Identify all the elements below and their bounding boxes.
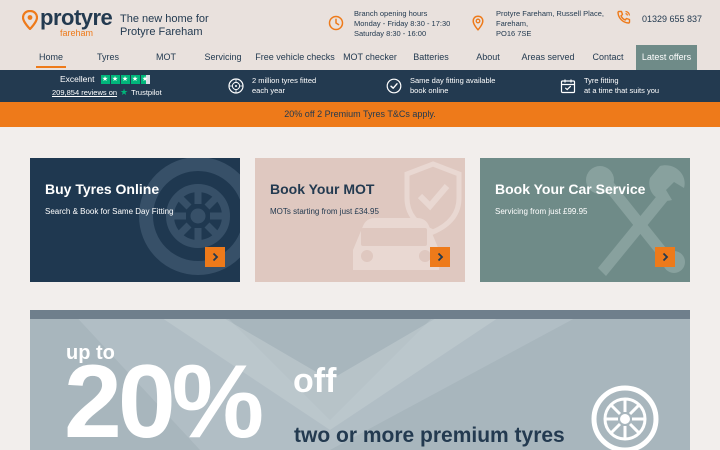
- promo-strip[interactable]: 20% off 2 Premium Tyres T&Cs apply.: [0, 102, 720, 127]
- address-line-3: PO16 7SE: [496, 29, 532, 38]
- trustpilot-platform: Trustpilot: [131, 88, 162, 97]
- chevron-right-icon: [212, 252, 219, 262]
- offer-banner[interactable]: up to 20% off two or more premium tyres: [30, 310, 690, 450]
- chevron-right-button[interactable]: [655, 247, 675, 267]
- phone-icon: [617, 10, 631, 24]
- protyre-logo[interactable]: protyre fareham: [22, 5, 113, 38]
- feature-line-1: Same day fitting available: [410, 76, 496, 85]
- calendar-icon: [560, 79, 576, 94]
- book-service-card[interactable]: Book Your Car Service Servicing from jus…: [480, 158, 690, 282]
- chevron-right-button[interactable]: [430, 247, 450, 267]
- trustpilot-stars: ★ ★ ★ ★ ★: [100, 74, 150, 84]
- banner-headline: two or more premium tyres: [294, 424, 565, 447]
- phone-number: 01329 655 837: [642, 14, 703, 24]
- star-half-icon: ★: [140, 74, 150, 84]
- feature-line-1: 2 million tyres fitted: [252, 76, 317, 85]
- feature-line-2: each year: [252, 86, 285, 95]
- feature-line-2: at a time that suits you: [584, 86, 660, 95]
- address-line-1: Protyre Fareham, Russell Place,: [496, 9, 604, 18]
- trustpilot-reviews-link[interactable]: 209,854 reviews on: [52, 88, 117, 97]
- feature-line-2: book online: [410, 86, 449, 95]
- nav-mot[interactable]: MOT: [144, 45, 188, 70]
- banner-percent: 20%: [64, 344, 264, 450]
- nav-free-vehicle-checks[interactable]: Free vehicle checks: [255, 45, 335, 70]
- star-icon: ★: [120, 74, 130, 84]
- trust-bar: Excellent ★ ★ ★ ★ ★ 209,854 reviews on ★…: [0, 70, 720, 102]
- trustpilot-widget[interactable]: Excellent ★ ★ ★ ★ ★ 209,854 reviews on ★…: [52, 74, 172, 98]
- banner-off: off: [293, 362, 337, 400]
- card-subtitle: MOTs starting from just £34.95: [270, 207, 379, 216]
- nav-areas-served[interactable]: Areas served: [518, 45, 578, 70]
- tyre-icon: [228, 78, 244, 94]
- nav-contact[interactable]: Contact: [586, 45, 630, 70]
- card-title: Book Your MOT: [270, 181, 375, 197]
- nav-tyres[interactable]: Tyres: [86, 45, 130, 70]
- phone-link[interactable]: 01329 655 837: [616, 9, 720, 25]
- main-nav: Home Tyres MOT Servicing Free vehicle ch…: [0, 45, 720, 70]
- feature-tyres-fitted: 2 million tyres fitted each year: [228, 76, 316, 96]
- trustpilot-rating-label: Excellent: [60, 74, 95, 84]
- star-icon: ★: [110, 74, 120, 84]
- feature-same-day: Same day fitting available book online: [386, 76, 495, 96]
- clock-icon: [328, 15, 344, 31]
- card-title: Book Your Car Service: [495, 181, 646, 197]
- location-pin-logo-icon: [22, 10, 38, 30]
- hours-title: Branch opening hours: [354, 9, 428, 18]
- opening-hours: Branch opening hours Monday - Friday 8:3…: [328, 9, 468, 39]
- nav-about[interactable]: About: [468, 45, 508, 70]
- book-mot-card[interactable]: Book Your MOT MOTs starting from just £3…: [255, 158, 465, 282]
- nav-home[interactable]: Home: [28, 45, 74, 70]
- site-header: protyre fareham The new home for Protyre…: [0, 0, 720, 45]
- address-line-2: Fareham,: [496, 19, 529, 28]
- banner-top-bar: [30, 310, 690, 319]
- card-subtitle: Search & Book for Same Day Fitting: [45, 207, 174, 216]
- check-circle-icon: [386, 78, 402, 94]
- star-icon: ★: [100, 74, 110, 84]
- feature-line-1: Tyre fitting: [584, 76, 619, 85]
- hours-saturday: Saturday 8:30 - 16:00: [354, 29, 427, 38]
- map-pin-icon: [472, 15, 484, 31]
- chevron-right-button[interactable]: [205, 247, 225, 267]
- nav-mot-checker[interactable]: MOT checker: [341, 45, 399, 70]
- nav-servicing[interactable]: Servicing: [198, 45, 248, 70]
- chevron-right-icon: [437, 252, 444, 262]
- buy-tyres-card[interactable]: Buy Tyres Online Search & Book for Same …: [30, 158, 240, 282]
- branch-address[interactable]: Protyre Fareham, Russell Place, Fareham,…: [470, 9, 620, 39]
- card-title: Buy Tyres Online: [45, 181, 160, 197]
- chevron-right-icon: [662, 252, 669, 262]
- header-tagline: The new home for Protyre Fareham: [120, 13, 209, 38]
- logo-wordmark: protyre: [40, 5, 113, 30]
- nav-batteries[interactable]: Batteries: [408, 45, 454, 70]
- feature-fitting-time: Tyre fitting at a time that suits you: [560, 76, 659, 96]
- star-icon: ★: [130, 74, 140, 84]
- hours-weekdays: Monday - Friday 8:30 - 17:30: [354, 19, 451, 28]
- trustpilot-star-icon: ★: [120, 87, 129, 97]
- nav-latest-offers[interactable]: Latest offers: [636, 45, 697, 70]
- card-subtitle: Servicing from just £99.95: [495, 207, 588, 216]
- tyre-icon: [591, 385, 659, 450]
